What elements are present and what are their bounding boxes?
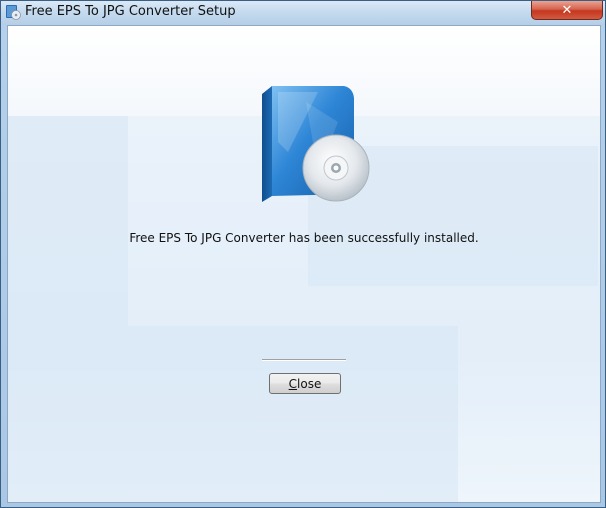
window-close-button[interactable]: ✕ [531,1,603,20]
software-box-cd-icon [262,86,370,202]
install-success-message: Free EPS To JPG Converter has been succe… [129,231,479,245]
setup-window: Free EPS To JPG Converter Setup ✕ Free E… [0,0,606,508]
setup-app-icon [6,5,21,20]
client-area: Free EPS To JPG Converter has been succe… [7,25,601,503]
window-title: Free EPS To JPG Converter Setup [25,4,236,19]
divider [262,359,346,361]
background-panel-bottom [128,326,458,502]
close-button[interactable]: Close [269,373,341,394]
title-bar[interactable]: Free EPS To JPG Converter Setup ✕ [1,1,605,25]
close-button-label: lose [297,376,322,391]
background-panel-left [8,116,128,502]
close-button-mnemonic: C [288,376,298,391]
close-icon: ✕ [561,2,573,18]
